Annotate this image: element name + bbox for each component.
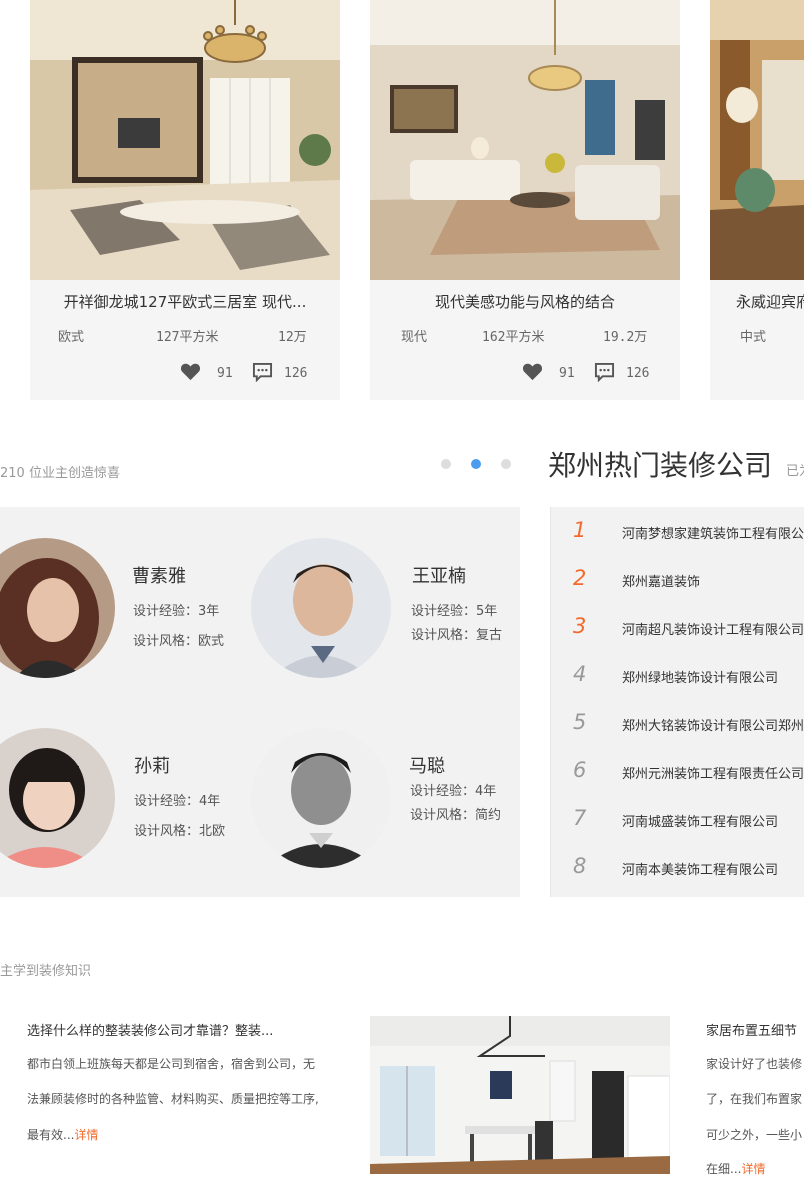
- case-photo[interactable]: [370, 0, 680, 280]
- article-photo[interactable]: [370, 1016, 670, 1174]
- heart-icon[interactable]: [180, 362, 201, 385]
- rank-number: 1: [573, 518, 587, 542]
- case-price: 12万: [278, 330, 307, 345]
- like-count: 91: [559, 366, 575, 381]
- article-excerpt-line: 法兼顾装修时的各种监管、材料购买、质量把控等工序,: [27, 1092, 319, 1106]
- rank-number: 4: [573, 662, 587, 686]
- designer-style: 设计风格：欧式: [133, 634, 225, 649]
- rank-number: 3: [573, 614, 587, 638]
- company-link[interactable]: 河南梦想家建筑装饰工程有限公司: [622, 523, 804, 542]
- designer-experience: 设计经验：4年: [134, 794, 221, 809]
- knowledge-caption: 主学到装修知识: [0, 964, 92, 979]
- article-excerpt-line: 最有效...详情: [27, 1128, 99, 1142]
- designer-style: 设计风格：简约: [410, 808, 502, 823]
- case-price: 19.2万: [603, 330, 648, 345]
- article-excerpt-line: 了，在我们布置家: [706, 1092, 803, 1106]
- case-card[interactable]: 开祥御龙城127平欧式三居室 现代... 欧式 127平方米 12万 91 12…: [30, 0, 340, 400]
- case-style: 中式: [740, 330, 767, 345]
- designer-name[interactable]: 曹素雅: [132, 562, 186, 588]
- designers-caption: 210 位业主创造惊喜: [0, 466, 120, 481]
- article-excerpt-line: 都市白领上班族每天都是公司到宿舍，宿舍到公司，无: [27, 1057, 316, 1071]
- case-card[interactable]: 现代美感功能与风格的结合 现代 162平方米 19.2万 91 126: [370, 0, 680, 400]
- case-card[interactable]: 永威迎宾府 中式: [710, 0, 804, 400]
- case-title[interactable]: 永威迎宾府: [736, 291, 804, 312]
- case-area: 162平方米: [482, 330, 545, 345]
- case-area: 127平方米: [156, 330, 219, 345]
- company-link[interactable]: 郑州嘉道装饰: [622, 571, 700, 590]
- article-title[interactable]: 家居布置五细节: [706, 1020, 797, 1039]
- rank-number: 8: [573, 854, 587, 878]
- heart-icon[interactable]: [522, 362, 543, 385]
- like-count: 91: [217, 366, 233, 381]
- designer-name[interactable]: 王亚楠: [412, 562, 466, 588]
- company-link[interactable]: 河南城盛装饰工程有限公司: [622, 811, 778, 830]
- designer-experience: 设计经验：3年: [133, 604, 220, 619]
- rank-number: 5: [573, 710, 587, 734]
- designer-name[interactable]: 孙莉: [134, 752, 170, 778]
- case-photo[interactable]: [710, 0, 804, 280]
- case-title[interactable]: 现代美感功能与风格的结合: [370, 291, 680, 312]
- designer-experience: 设计经验：5年: [411, 604, 498, 619]
- comment-icon[interactable]: [252, 362, 273, 386]
- ranking-subtitle: 已为: [786, 464, 804, 479]
- company-link[interactable]: 郑州元洲装饰工程有限责任公司: [622, 763, 804, 782]
- comment-icon[interactable]: [594, 362, 615, 386]
- comment-count: 126: [626, 366, 650, 381]
- case-photo[interactable]: [30, 0, 340, 280]
- rank-number: 2: [573, 566, 587, 590]
- company-link[interactable]: 郑州绿地装饰设计有限公司: [622, 667, 778, 686]
- article-excerpt-line: 可少之外，一些小: [706, 1128, 803, 1142]
- designer-avatar[interactable]: [251, 538, 391, 678]
- case-title[interactable]: 开祥御龙城127平欧式三居室 现代...: [30, 291, 340, 312]
- designer-avatar[interactable]: [251, 728, 391, 868]
- designer-name[interactable]: 马聪: [409, 752, 445, 778]
- case-style: 欧式: [58, 330, 85, 345]
- company-link[interactable]: 郑州大铭装饰设计有限公司郑州: [622, 715, 804, 734]
- rank-number: 7: [573, 806, 587, 830]
- rank-number: 6: [573, 758, 587, 782]
- article-excerpt-line: 在细...详情: [706, 1162, 766, 1176]
- ranking-title: 郑州热门装修公司: [548, 449, 773, 482]
- company-link[interactable]: 河南超凡装饰设计工程有限公司: [622, 619, 804, 638]
- designer-experience: 设计经验：4年: [410, 784, 497, 799]
- designer-style: 设计风格：复古: [411, 628, 503, 643]
- comment-count: 126: [284, 366, 308, 381]
- company-link[interactable]: 河南本美装饰工程有限公司: [622, 859, 778, 878]
- details-link[interactable]: 详情: [74, 1128, 98, 1142]
- case-style: 现代: [401, 330, 428, 345]
- carousel-dot-active[interactable]: [471, 459, 481, 469]
- designer-style: 设计风格：北欧: [134, 824, 226, 839]
- carousel-dot[interactable]: [501, 459, 511, 469]
- article-excerpt-line: 家设计好了也装修: [706, 1057, 803, 1071]
- carousel-dot[interactable]: [441, 459, 451, 469]
- article-title[interactable]: 选择什么样的整装装修公司才靠谱？整装...: [27, 1020, 273, 1039]
